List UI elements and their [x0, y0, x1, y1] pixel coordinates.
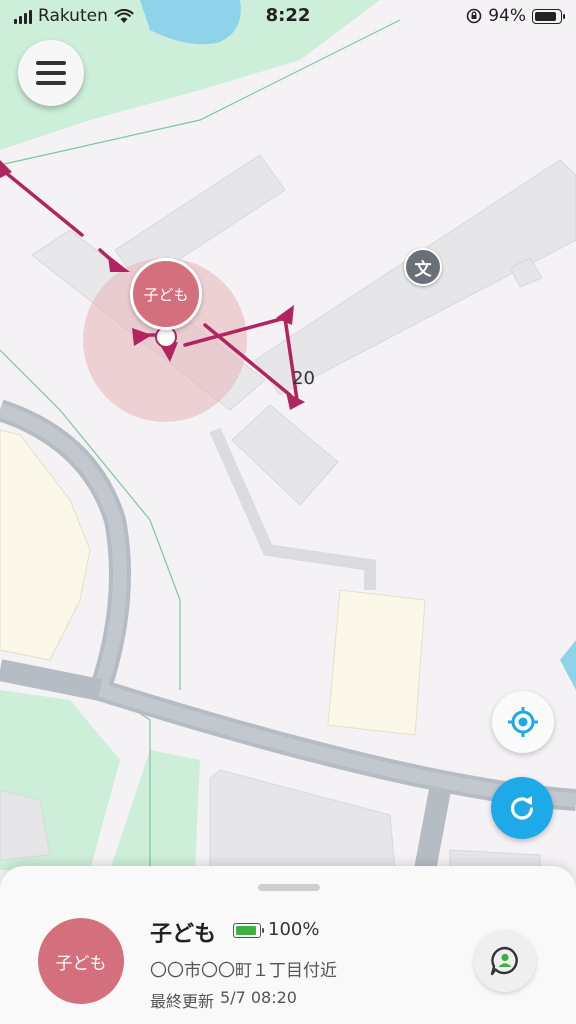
- number-label: 20: [292, 368, 315, 389]
- refresh-button[interactable]: [491, 777, 553, 839]
- building-highlight: [327, 589, 426, 736]
- hamburger-icon: [36, 61, 66, 65]
- last-updated-label: 最終更新: [150, 992, 215, 1011]
- last-updated-value: 5/7 08:20: [220, 988, 297, 1007]
- school-icon[interactable]: 文: [404, 248, 442, 286]
- crosshair-icon: [508, 707, 538, 737]
- chat-person-icon: [490, 946, 518, 976]
- locate-button[interactable]: [492, 691, 554, 753]
- battery-icon: [532, 8, 565, 24]
- refresh-icon: [510, 796, 534, 820]
- orientation-lock-icon: [466, 8, 482, 24]
- menu-button[interactable]: [18, 40, 84, 106]
- status-bar: Rakuten 8:22 94%: [0, 0, 576, 34]
- child-marker[interactable]: 子ども: [130, 258, 202, 330]
- device-battery-icon: [233, 923, 264, 938]
- address-text: 〇〇市〇〇町１丁目付近: [150, 961, 337, 981]
- location-dot: [155, 326, 177, 348]
- status-right: 94%: [466, 6, 565, 26]
- child-name: 子ども: [150, 922, 217, 947]
- last-updated: 最終更新 5/7 08:20: [150, 988, 297, 1012]
- bottom-sheet[interactable]: 子ども 子ども 100% 〇〇市〇〇町１丁目付近 最終更新 5/7 08:20: [0, 866, 576, 1024]
- chat-button[interactable]: [474, 930, 536, 992]
- sheet-handle[interactable]: [258, 884, 320, 891]
- road: [414, 787, 451, 873]
- device-battery-percent: 100%: [268, 919, 320, 940]
- avatar[interactable]: 子ども: [38, 918, 124, 1004]
- battery-percent: 94%: [488, 6, 526, 26]
